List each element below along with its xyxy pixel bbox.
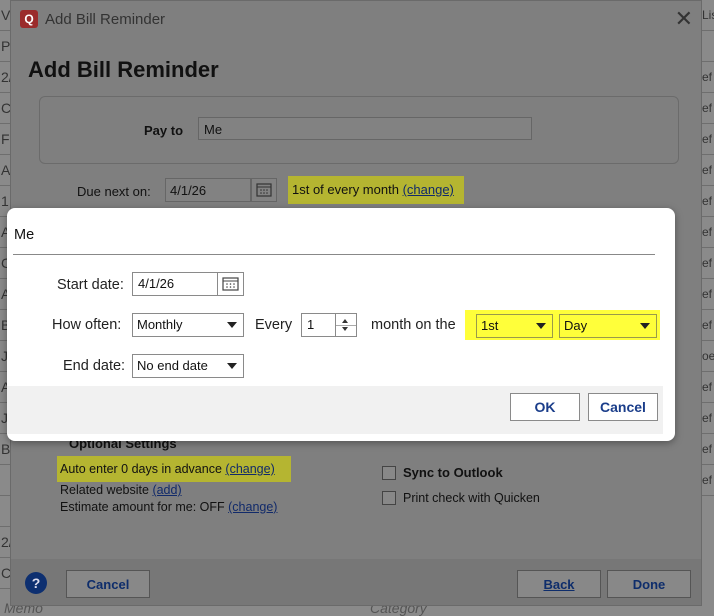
day-type-value: Day	[564, 318, 588, 333]
schedule-dialog: Me Start date: 4/1/26 How often: Monthly…	[7, 208, 675, 441]
calendar-icon[interactable]	[217, 272, 244, 296]
background-row-fragment: C	[0, 93, 10, 124]
change-frequency-link[interactable]: (change)	[403, 182, 454, 197]
background-row-fragment: oe	[700, 341, 714, 372]
calendar-icon[interactable]	[251, 178, 277, 202]
ok-button[interactable]: OK	[510, 393, 580, 421]
change-auto-enter-link[interactable]: (change)	[225, 462, 274, 476]
background-row-fragment: ef	[700, 310, 714, 341]
background-row-fragment	[700, 31, 714, 62]
window-title: Add Bill Reminder	[45, 11, 166, 28]
day-number-select[interactable]: 1st	[476, 314, 553, 338]
background-row-fragment: 2/	[0, 527, 10, 558]
page-title: Add Bill Reminder	[28, 57, 219, 82]
estimate-text: Estimate amount for me: OFF	[60, 500, 225, 514]
back-button[interactable]: Back	[517, 570, 601, 598]
background-row-fragment: V	[0, 0, 10, 31]
done-button[interactable]: Done	[607, 570, 691, 598]
close-icon[interactable]: ✕	[675, 8, 693, 30]
how-often-label: How often:	[52, 317, 122, 333]
month-on-the-label: month on the	[371, 317, 456, 333]
dialog-payee: Me	[14, 227, 35, 243]
auto-enter-setting: Auto enter 0 days in advance (change)	[57, 456, 291, 482]
background-row-fragment: ef	[700, 372, 714, 403]
frequency-text: 1st of every month	[292, 182, 399, 197]
background-row-fragment: Fe	[0, 124, 10, 155]
end-date-select[interactable]: No end date	[132, 354, 244, 378]
add-website-link[interactable]: (add)	[152, 483, 181, 497]
frequency-summary: 1st of every month (change)	[288, 176, 464, 204]
quicken-logo-icon: Q	[20, 10, 38, 28]
end-date-label: End date:	[63, 358, 126, 374]
estimate-row: Estimate amount for me: OFF (change)	[60, 500, 277, 514]
background-row-fragment	[0, 465, 10, 496]
change-estimate-link[interactable]: (change)	[228, 500, 277, 514]
divider	[13, 254, 655, 255]
background-row-fragment: C	[0, 558, 10, 589]
background-row-fragment: 2/	[0, 62, 10, 93]
background-row-fragment: A	[0, 155, 10, 186]
background-row-fragment: ef	[700, 124, 714, 155]
background-row-fragment: ef	[700, 155, 714, 186]
chevron-down-icon	[227, 322, 237, 328]
start-date-input[interactable]: 4/1/26	[132, 272, 218, 296]
background-row-fragment: Lis	[700, 0, 714, 31]
background-row-fragment: ef	[700, 62, 714, 93]
help-icon[interactable]: ?	[25, 572, 47, 594]
end-date-value: No end date	[137, 358, 208, 373]
background-row-fragment: ef	[700, 279, 714, 310]
chevron-down-icon	[640, 323, 650, 329]
sync-outlook-label: Sync to Outlook	[403, 465, 503, 480]
sync-outlook-checkbox[interactable]	[382, 466, 396, 480]
due-next-label: Due next on:	[77, 184, 151, 199]
window-titlebar: Q Add Bill Reminder ✕	[11, 1, 701, 39]
background-row-fragment: ef	[700, 465, 714, 496]
stepper-down-icon[interactable]	[342, 327, 348, 331]
pay-to-panel: Pay to Me	[39, 96, 679, 164]
every-stepper[interactable]	[335, 313, 357, 337]
chevron-down-icon	[536, 323, 546, 329]
due-date-field[interactable]: 4/1/26	[165, 178, 251, 202]
print-check-checkbox[interactable]	[382, 491, 396, 505]
chevron-down-icon	[227, 363, 237, 369]
auto-enter-text: Auto enter 0 days in advance	[60, 462, 222, 476]
background-list-right: Lisefefefefefefefefefoeefefefef	[700, 0, 714, 616]
every-number-input[interactable]: 1	[301, 313, 337, 337]
cancel-button[interactable]: Cancel	[588, 393, 658, 421]
background-row-fragment: ef	[700, 186, 714, 217]
background-row-fragment: ef	[700, 248, 714, 279]
related-website-row: Related website (add)	[60, 483, 182, 497]
window-cancel-button[interactable]: Cancel	[66, 570, 150, 598]
print-check-label: Print check with Quicken	[403, 491, 540, 505]
related-website-label: Related website	[60, 483, 149, 497]
dialog-footer: OK Cancel	[7, 386, 663, 434]
day-number-value: 1st	[481, 318, 499, 333]
pay-to-label: Pay to	[144, 123, 184, 138]
window-footer: ? Cancel Back Done	[11, 559, 701, 605]
background-row-fragment: P	[0, 31, 10, 62]
every-label: Every	[255, 317, 293, 333]
background-row-fragment: ef	[700, 217, 714, 248]
background-row-fragment: ef	[700, 93, 714, 124]
background-row-fragment: ef	[700, 434, 714, 465]
pay-to-field[interactable]: Me	[198, 117, 532, 140]
stepper-up-icon[interactable]	[342, 319, 348, 323]
background-row-fragment	[0, 496, 10, 527]
how-often-value: Monthly	[137, 317, 183, 332]
day-type-select[interactable]: Day	[559, 314, 657, 338]
start-date-label: Start date:	[57, 277, 124, 293]
background-row-fragment: ef	[700, 403, 714, 434]
how-often-select[interactable]: Monthly	[132, 313, 244, 337]
